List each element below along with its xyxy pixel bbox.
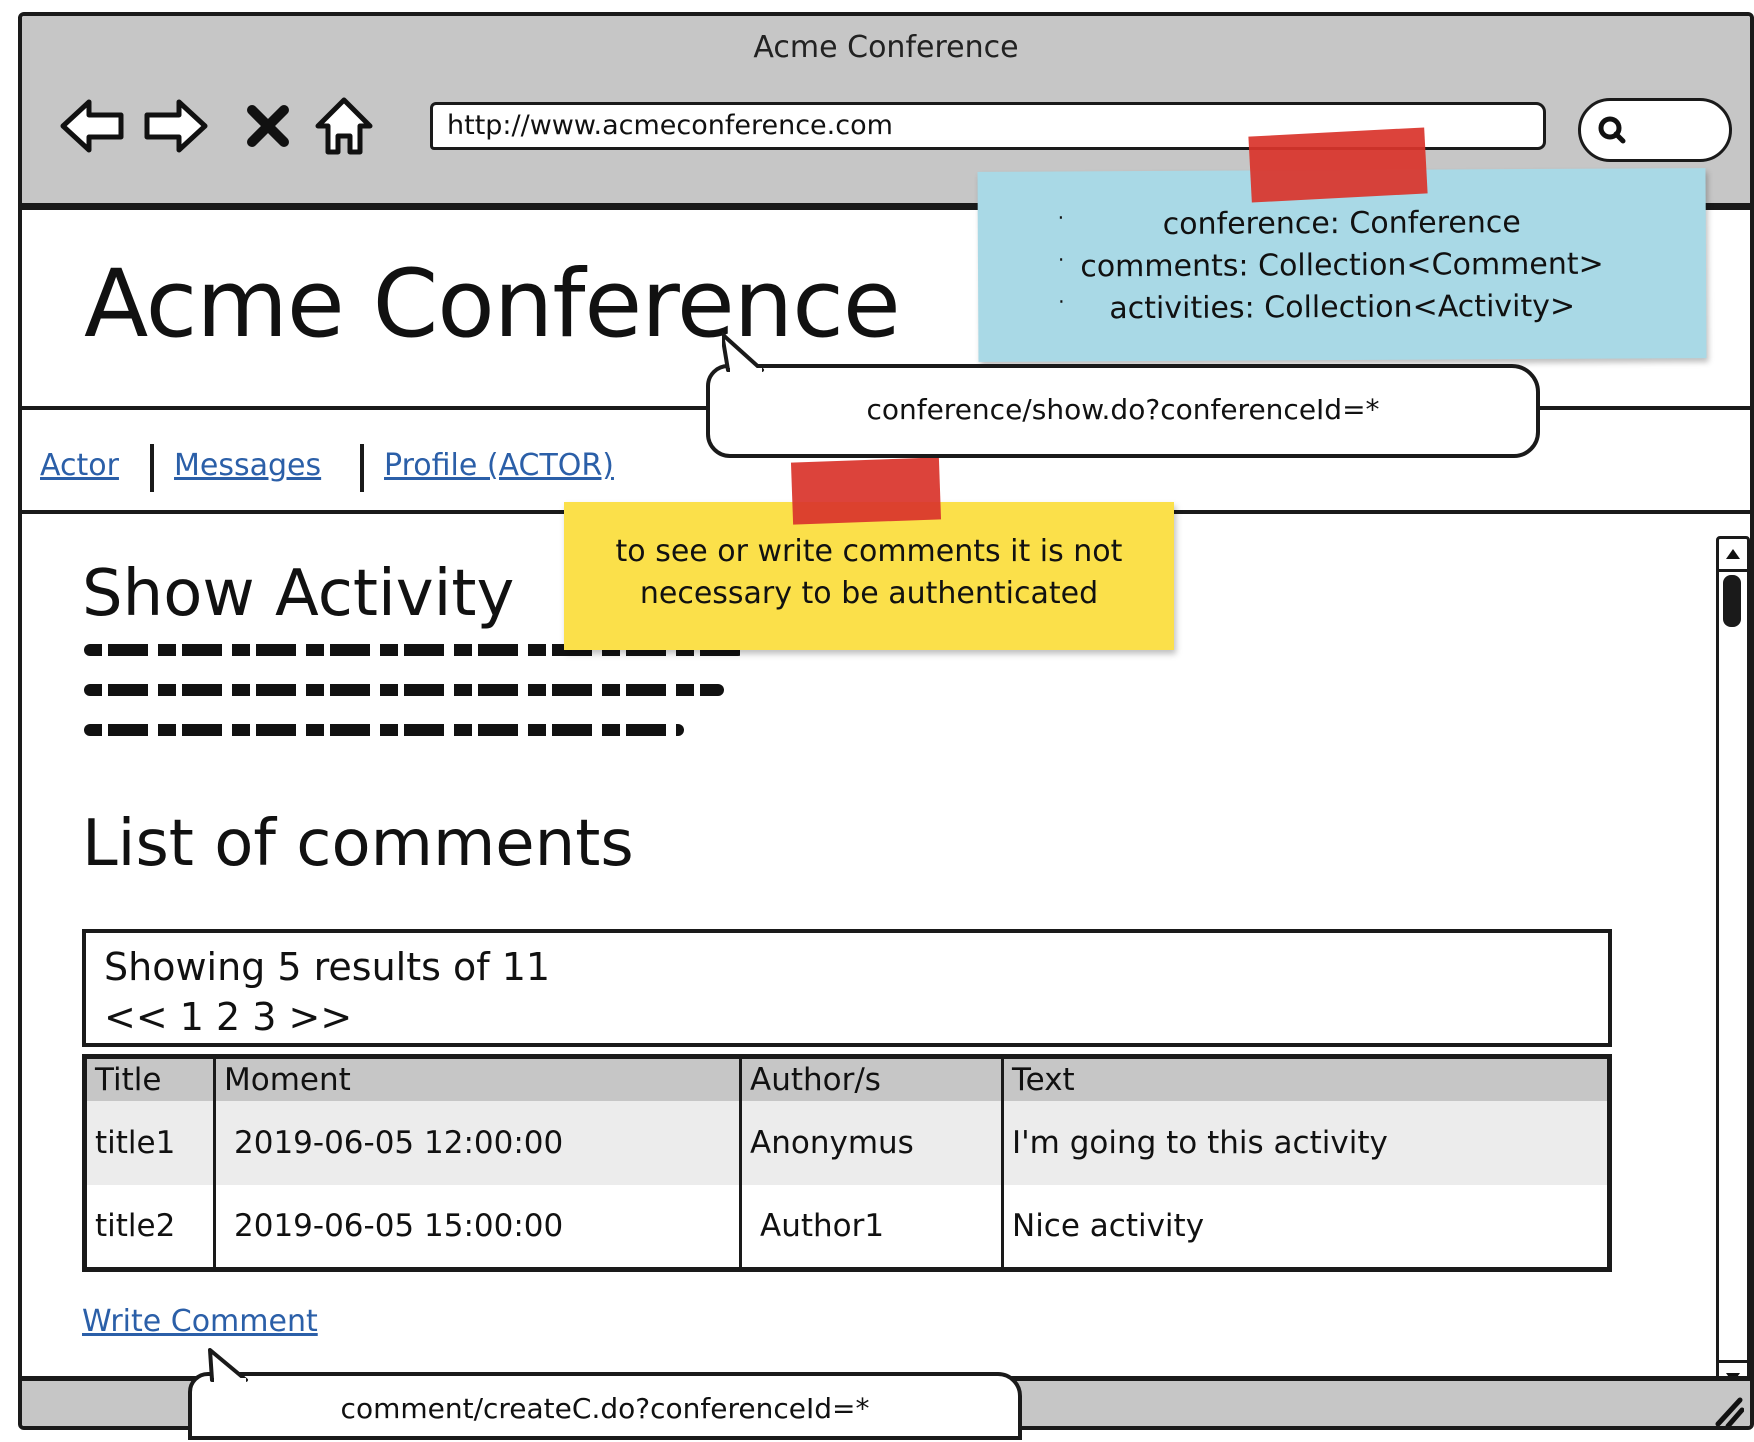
home-button[interactable] <box>308 90 380 162</box>
comments-table: Title Moment Author/s Text title1 2019-0… <box>82 1054 1612 1272</box>
search-icon <box>1598 116 1626 144</box>
table-row: title1 2019-06-05 12:00:00 Anonymus I'm … <box>84 1100 1610 1185</box>
callout-pointer <box>208 1348 248 1382</box>
nav-link-profile[interactable]: Profile (ACTOR) <box>384 448 614 483</box>
title-url-callout: conference/show.do?conferenceId=* <box>706 364 1540 458</box>
model-note-line: activities: Collection<Activity> <box>1109 288 1576 327</box>
auth-note-line: necessary to be authenticated <box>639 576 1099 611</box>
cell-moment: 2019-06-05 15:00:00 <box>213 1185 741 1270</box>
resize-grip-icon[interactable] <box>1710 1394 1744 1428</box>
cell-title: title2 <box>95 1208 176 1244</box>
placeholder-text-line <box>84 684 724 696</box>
column-header-authors: Author/s <box>739 1056 1003 1101</box>
cell-moment: 2019-06-05 12:00:00 <box>213 1100 741 1185</box>
triangle-up-icon <box>1726 549 1740 559</box>
scroll-thumb[interactable] <box>1723 575 1741 627</box>
nav-separator <box>360 444 364 492</box>
back-arrow-icon <box>60 99 124 153</box>
auth-note-line: to see or write comments it is not <box>615 534 1123 569</box>
cell-authors: Author1 <box>739 1185 1003 1270</box>
list-of-comments-heading: List of comments <box>82 807 634 881</box>
placeholder-text-line <box>84 724 684 736</box>
column-header-moment: Moment <box>213 1056 741 1101</box>
show-activity-heading: Show Activity <box>82 557 515 631</box>
cell-text: I'm going to this activity <box>1001 1100 1610 1185</box>
model-note-line: conference: Conference <box>1162 205 1521 242</box>
column-header-text: Text <box>1001 1056 1610 1101</box>
pagination-links[interactable]: << 1 2 3 >> <box>104 995 352 1039</box>
vertical-scrollbar[interactable] <box>1716 536 1750 1396</box>
callout-pointer <box>722 332 764 372</box>
auth-annotation-note: to see or write comments it is not neces… <box>564 502 1174 650</box>
home-icon <box>315 97 373 155</box>
window-title: Acme Conference <box>753 30 1019 65</box>
browser-search-input[interactable] <box>1578 98 1732 162</box>
cell-title: title1 <box>95 1124 176 1161</box>
nav-link-messages[interactable]: Messages <box>174 448 321 483</box>
back-button[interactable] <box>56 90 128 162</box>
model-note-line: comments: Collection<Comment> <box>1080 246 1604 285</box>
cell-authors: Anonymus <box>739 1100 1003 1185</box>
stop-button[interactable] <box>232 90 304 162</box>
scroll-up-button[interactable] <box>1719 539 1747 572</box>
stop-x-icon <box>247 105 289 147</box>
cell-text: Nice activity <box>1001 1185 1610 1270</box>
nav-link-actor[interactable]: Actor <box>40 448 119 483</box>
results-summary: Showing 5 results of 11 <box>104 945 551 989</box>
forward-arrow-icon <box>144 99 208 153</box>
write-comment-url-callout: comment/createC.do?conferenceId=* <box>188 1372 1022 1440</box>
tape-strip <box>1248 127 1428 203</box>
table-header-row: Title Moment Author/s Text <box>84 1056 1610 1101</box>
pagination-box: Showing 5 results of 11 << 1 2 3 >> <box>82 929 1612 1047</box>
table-row: title2 2019-06-05 15:00:00 Author1 Nice … <box>85 1185 1610 1270</box>
nav-separator <box>150 444 154 492</box>
forward-button[interactable] <box>140 90 212 162</box>
column-header-title: Title <box>95 1061 162 1098</box>
write-comment-link[interactable]: Write Comment <box>82 1304 318 1339</box>
tape-strip <box>790 457 942 525</box>
